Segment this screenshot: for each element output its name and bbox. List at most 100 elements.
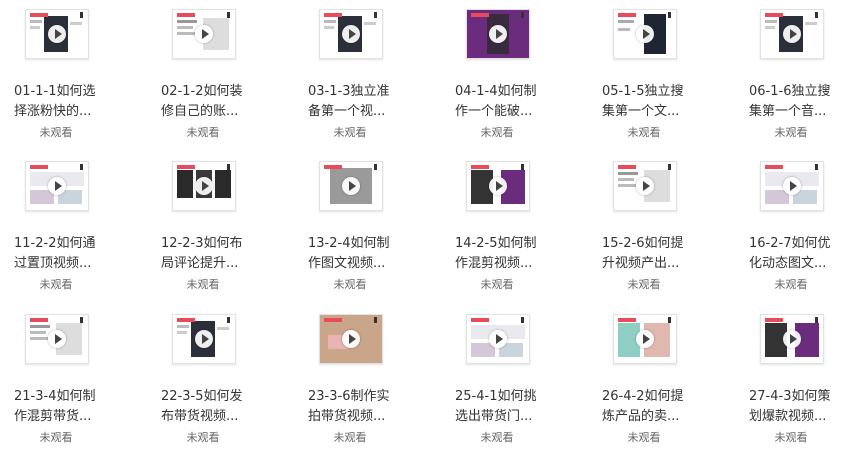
video-thumbnail[interactable] <box>466 314 530 364</box>
video-item[interactable]: 13-2-4如何制作图文视频... 未观看 <box>294 152 414 302</box>
video-title[interactable]: 15-2-6如何提升视频产出... <box>602 234 694 274</box>
flag-icon <box>521 164 527 170</box>
watch-status: 未观看 <box>333 431 367 444</box>
video-thumbnail[interactable] <box>25 314 89 364</box>
video-title[interactable]: 16-2-7如何优化动态图文... <box>749 234 841 274</box>
video-title[interactable]: 06-1-6独立搜集第一个音... <box>749 82 841 122</box>
video-item[interactable]: 06-1-6独立搜集第一个音... 未观看 <box>735 0 841 150</box>
video-title[interactable]: 26-4-2如何提炼产品的卖... <box>602 387 694 427</box>
video-title[interactable]: 03-1-3独立准备第一个视... <box>308 82 400 122</box>
brand-tag-icon <box>177 13 195 17</box>
play-icon[interactable] <box>636 177 654 195</box>
video-thumbnail[interactable] <box>613 314 677 364</box>
play-icon[interactable] <box>342 330 360 348</box>
video-item[interactable]: 22-3-5如何发布带货视频... 未观看 <box>147 305 267 455</box>
video-thumbnail[interactable] <box>760 161 824 211</box>
brand-tag-icon <box>30 318 48 322</box>
play-icon[interactable] <box>489 25 507 43</box>
play-icon[interactable] <box>48 25 66 43</box>
play-icon[interactable] <box>342 177 360 195</box>
brand-tag-icon <box>324 165 342 169</box>
watch-status: 未观看 <box>333 126 367 139</box>
play-icon[interactable] <box>636 25 654 43</box>
flag-icon <box>668 12 674 18</box>
video-item[interactable]: 26-4-2如何提炼产品的卖... 未观看 <box>588 305 708 455</box>
video-title[interactable]: 11-2-2如何通过置顶视频... <box>14 234 106 274</box>
flag-icon <box>521 12 527 18</box>
video-thumbnail[interactable] <box>25 161 89 211</box>
brand-tag-icon <box>30 165 48 169</box>
video-item[interactable]: 16-2-7如何优化动态图文... 未观看 <box>735 152 841 302</box>
video-title[interactable]: 23-3-6制作实拍带货视频... <box>308 387 400 427</box>
video-thumbnail[interactable] <box>25 9 89 59</box>
flag-icon <box>80 317 86 323</box>
play-icon[interactable] <box>489 330 507 348</box>
video-item[interactable]: 05-1-5独立搜集第一个文... 未观看 <box>588 0 708 150</box>
video-thumbnail[interactable] <box>319 9 383 59</box>
video-title[interactable]: 02-1-2如何装修自己的账... <box>161 82 253 122</box>
video-item[interactable]: 04-1-4如何制作一个能破... 未观看 <box>441 0 561 150</box>
brand-tag-icon <box>30 13 48 17</box>
play-icon[interactable] <box>783 177 801 195</box>
video-thumbnail[interactable] <box>319 161 383 211</box>
flag-icon <box>521 317 527 323</box>
play-icon[interactable] <box>195 25 213 43</box>
brand-tag-icon <box>765 165 783 169</box>
watch-status: 未观看 <box>774 431 808 444</box>
video-item[interactable]: 02-1-2如何装修自己的账... 未观看 <box>147 0 267 150</box>
video-item[interactable]: 03-1-3独立准备第一个视... 未观看 <box>294 0 414 150</box>
play-icon[interactable] <box>489 177 507 195</box>
video-item[interactable]: 23-3-6制作实拍带货视频... 未观看 <box>294 305 414 455</box>
video-thumbnail[interactable] <box>466 9 530 59</box>
video-thumbnail[interactable] <box>613 161 677 211</box>
video-title[interactable]: 27-4-3如何策划爆款视频... <box>749 387 841 427</box>
flag-icon <box>374 12 380 18</box>
video-item[interactable]: 14-2-5如何制作混剪视频... 未观看 <box>441 152 561 302</box>
brand-tag-icon <box>471 318 489 322</box>
brand-tag-icon <box>471 165 489 169</box>
watch-status: 未观看 <box>480 278 514 291</box>
video-item[interactable]: 27-4-3如何策划爆款视频... 未观看 <box>735 305 841 455</box>
play-icon[interactable] <box>48 330 66 348</box>
video-thumbnail[interactable] <box>760 314 824 364</box>
video-title[interactable]: 13-2-4如何制作图文视频... <box>308 234 400 274</box>
video-item[interactable]: 25-4-1如何挑选出带货门... 未观看 <box>441 305 561 455</box>
play-icon[interactable] <box>783 330 801 348</box>
brand-tag-icon <box>618 165 636 169</box>
video-title[interactable]: 21-3-4如何制作混剪带货... <box>14 387 106 427</box>
video-item[interactable]: 01-1-1如何选择涨粉快的... 未观看 <box>0 0 120 150</box>
video-item[interactable]: 15-2-6如何提升视频产出... 未观看 <box>588 152 708 302</box>
watch-status: 未观看 <box>39 278 73 291</box>
brand-tag-icon <box>324 13 342 17</box>
video-title[interactable]: 04-1-4如何制作一个能破... <box>455 82 547 122</box>
video-item[interactable]: 21-3-4如何制作混剪带货... 未观看 <box>0 305 120 455</box>
play-icon[interactable] <box>195 177 213 195</box>
play-icon[interactable] <box>48 177 66 195</box>
play-icon[interactable] <box>636 330 654 348</box>
video-thumbnail[interactable] <box>172 9 236 59</box>
video-thumbnail[interactable] <box>172 314 236 364</box>
watch-status: 未观看 <box>333 278 367 291</box>
play-icon[interactable] <box>783 25 801 43</box>
video-thumbnail[interactable] <box>319 314 383 364</box>
play-icon[interactable] <box>195 330 213 348</box>
play-icon[interactable] <box>342 25 360 43</box>
video-item[interactable]: 12-2-3如何布局评论提升... 未观看 <box>147 152 267 302</box>
video-item[interactable]: 11-2-2如何通过置顶视频... 未观看 <box>0 152 120 302</box>
watch-status: 未观看 <box>774 278 808 291</box>
flag-icon <box>815 317 821 323</box>
video-title[interactable]: 22-3-5如何发布带货视频... <box>161 387 253 427</box>
video-thumbnail[interactable] <box>760 9 824 59</box>
video-title[interactable]: 25-4-1如何挑选出带货门... <box>455 387 547 427</box>
video-title[interactable]: 14-2-5如何制作混剪视频... <box>455 234 547 274</box>
video-title[interactable]: 12-2-3如何布局评论提升... <box>161 234 253 274</box>
video-thumbnail[interactable] <box>172 161 236 211</box>
flag-icon <box>668 317 674 323</box>
video-title[interactable]: 01-1-1如何选择涨粉快的... <box>14 82 106 122</box>
flag-icon <box>668 164 674 170</box>
video-title[interactable]: 05-1-5独立搜集第一个文... <box>602 82 694 122</box>
brand-tag-icon <box>765 318 783 322</box>
watch-status: 未观看 <box>480 431 514 444</box>
video-thumbnail[interactable] <box>466 161 530 211</box>
video-thumbnail[interactable] <box>613 9 677 59</box>
